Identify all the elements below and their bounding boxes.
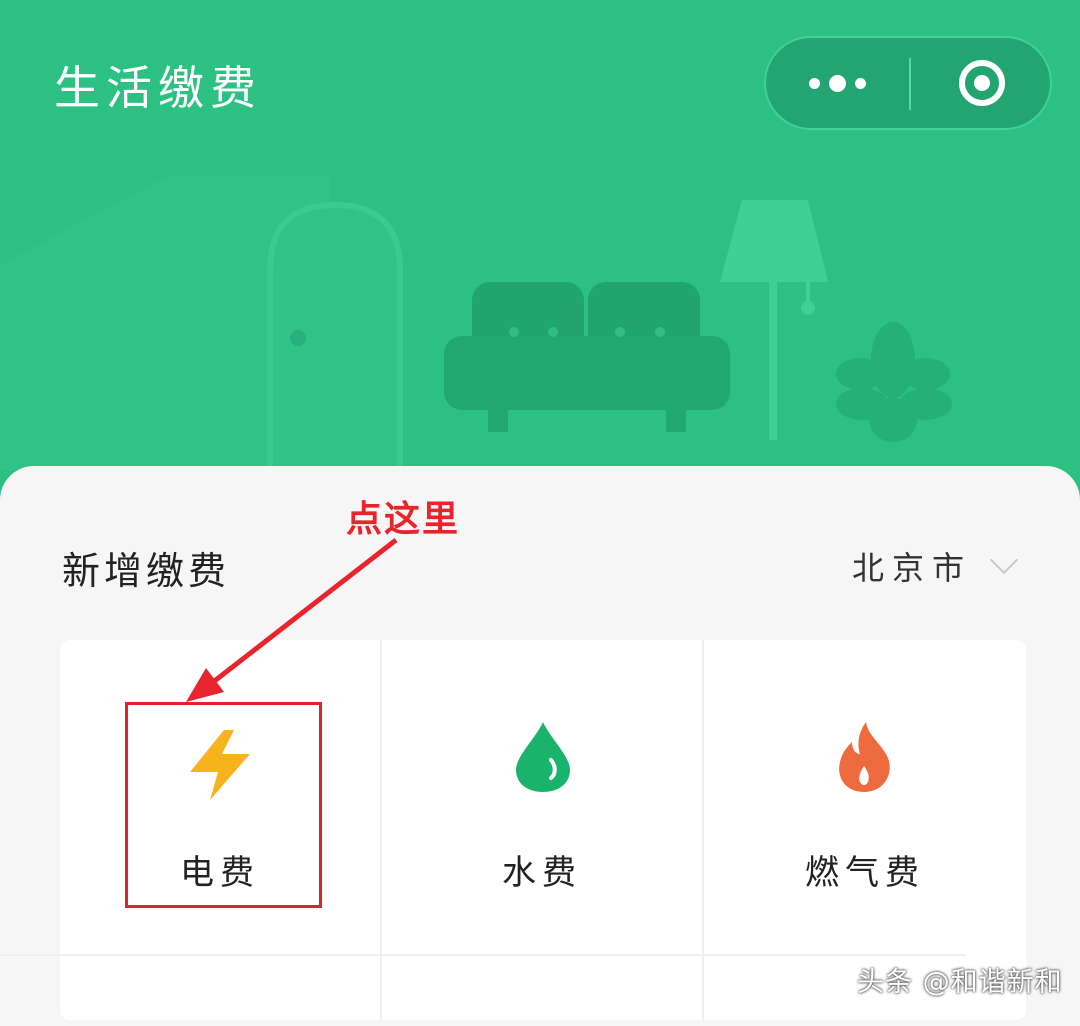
more-button[interactable] <box>766 38 909 128</box>
service-gas[interactable]: 燃气费 <box>704 640 1026 954</box>
service-label: 燃气费 <box>805 853 925 893</box>
living-room-illustration <box>0 175 952 470</box>
water-drop-icon <box>516 722 570 792</box>
city-selector[interactable]: 北京市 <box>852 543 1019 589</box>
app-title: 生活缴费 <box>54 61 262 115</box>
close-mini-program-button[interactable] <box>911 38 1052 128</box>
watermark: 头条 @和谐新和 <box>857 967 1063 998</box>
header: 生活缴费 <box>0 0 1080 500</box>
service-water[interactable]: 水费 <box>382 640 702 954</box>
service-label: 水费 <box>502 853 582 893</box>
annotation-text: 点这里 <box>346 499 461 540</box>
annotation-highlight-box <box>125 702 322 908</box>
grid-row-divider <box>0 954 966 956</box>
chevron-down-icon <box>989 545 1019 575</box>
target-close-icon <box>958 60 1005 106</box>
city-label: 北京市 <box>852 549 973 587</box>
flame-icon <box>839 722 890 792</box>
more-dots-icon <box>809 74 866 92</box>
section-title: 新增缴费 <box>62 549 231 593</box>
mini-program-capsule <box>764 36 1052 130</box>
